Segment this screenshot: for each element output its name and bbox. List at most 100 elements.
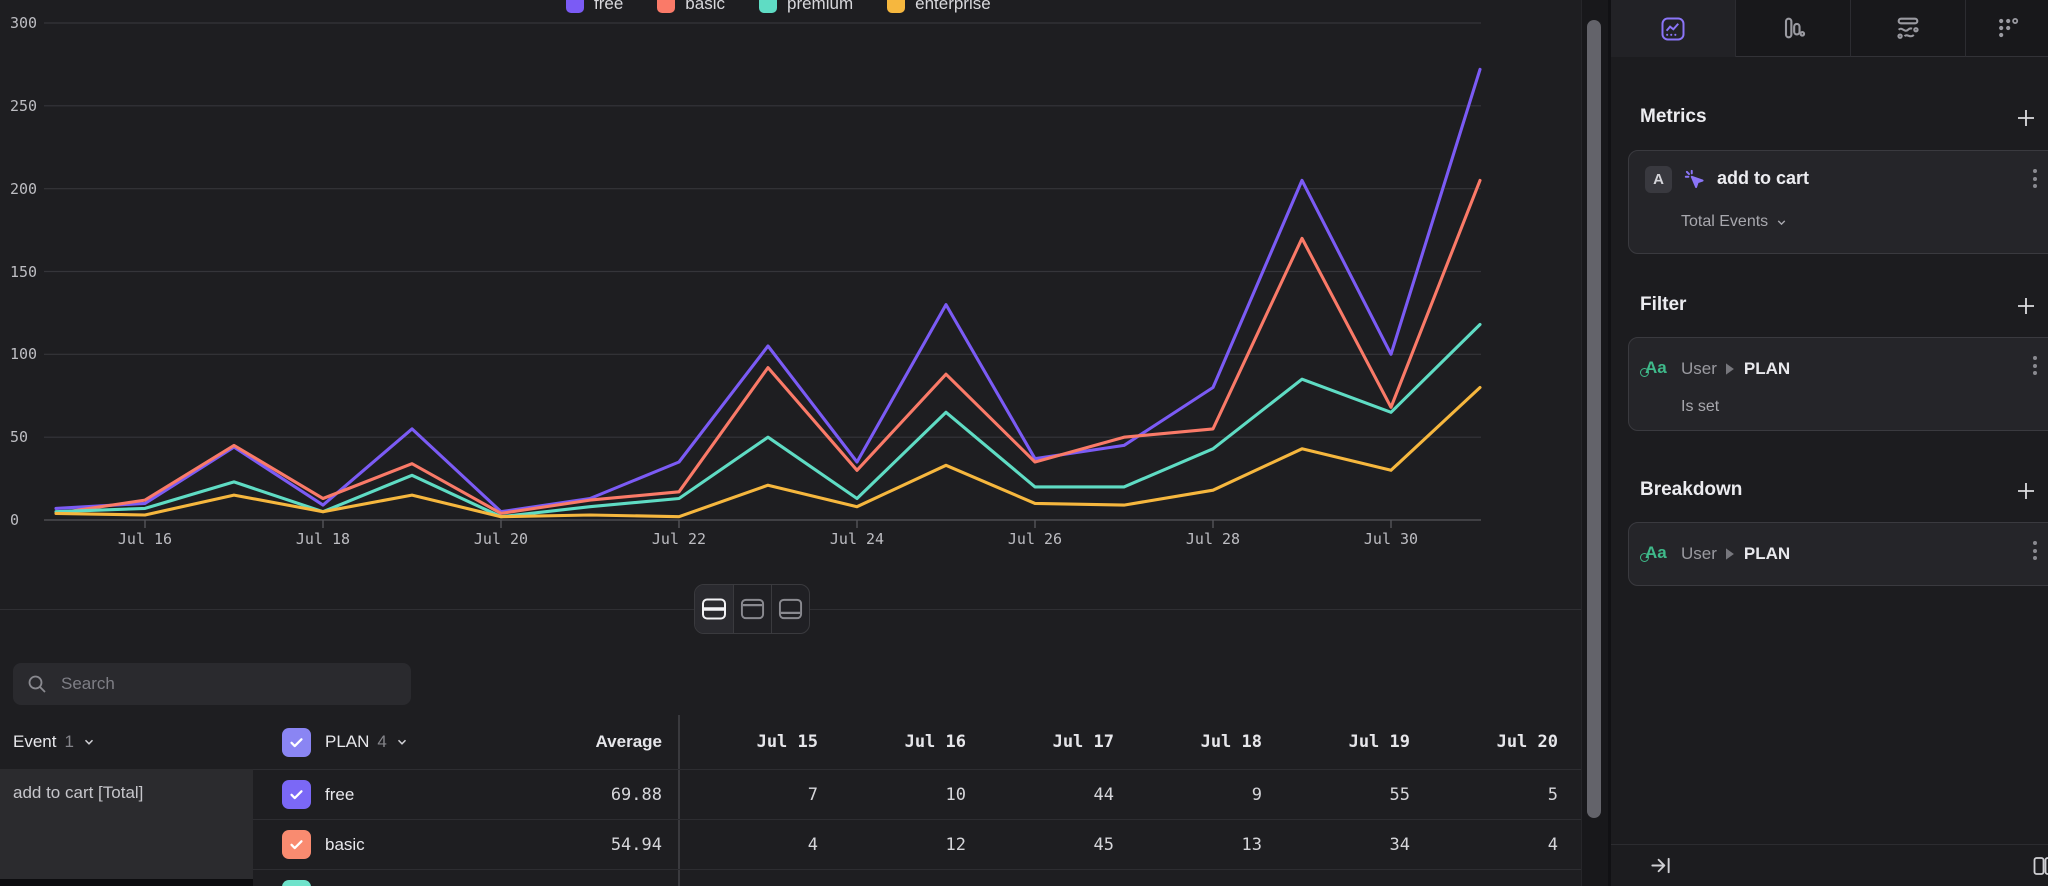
grid-dots-icon [1993, 14, 2021, 42]
row-checkbox[interactable] [282, 830, 311, 859]
date-column-header: Jul 20 [1418, 732, 1566, 752]
side-panel-layout-icon[interactable] [2032, 854, 2048, 878]
filter-section-title: Filter [1640, 294, 1686, 316]
row-value: 5 [1418, 785, 1566, 805]
event-header-label: Event [13, 732, 56, 752]
y-axis-tick-label: 300 [10, 14, 37, 32]
table-body: free69.88710449555basic54.944124513344pr… [253, 769, 1581, 886]
x-axis-tick-label: Jul 20 [474, 530, 528, 548]
metric-event-name: add to cart [1717, 168, 1809, 189]
series-line-premium [56, 325, 1480, 517]
legend-label: basic [685, 0, 725, 14]
row-value: 4 [1418, 835, 1566, 855]
row-value: 34 [1270, 835, 1418, 855]
x-axis-tick-label: Jul 16 [118, 530, 172, 548]
flows-icon [1894, 14, 1922, 42]
caret-right-icon [1726, 548, 1735, 560]
filter-property[interactable]: User PLAN [1681, 359, 1790, 379]
vertical-scrollbar-thumb[interactable] [1587, 20, 1601, 818]
x-axis-tick-label: Jul 24 [830, 530, 884, 548]
legend-item-basic[interactable]: basic [657, 0, 725, 14]
date-column-header: Jul 15 [678, 732, 826, 752]
tab-flows[interactable] [1851, 0, 1966, 57]
row-value: 12 [826, 835, 974, 855]
row-checkbox[interactable] [282, 880, 311, 886]
event-count: 1 [64, 732, 73, 752]
tab-bars[interactable] [1736, 0, 1851, 57]
x-axis-tick-label: Jul 30 [1364, 530, 1418, 548]
metric-card[interactable]: A add to cart Total Events [1628, 150, 2048, 254]
line-chart-icon [1659, 15, 1687, 43]
panel-tab-bar [1611, 0, 2048, 57]
y-axis-tick-label: 0 [10, 511, 19, 529]
event-spark-cursor-icon [1682, 167, 1708, 193]
panel-footer [1611, 844, 2048, 886]
tab-insights[interactable] [1611, 0, 1736, 57]
app-root: 050100150200250300 Jul 16Jul 18Jul 20Jul… [0, 0, 2048, 886]
date-column-header: Jul 16 [826, 732, 974, 752]
header-view-button[interactable] [733, 585, 771, 633]
text-property-icon: Aa [1645, 543, 1667, 563]
plus-icon [2014, 294, 2038, 318]
main-content: 050100150200250300 Jul 16Jul 18Jul 20Jul… [0, 0, 1581, 886]
metric-measure-dropdown[interactable]: Total Events [1681, 213, 1788, 231]
event-group-cell: add to cart [Total] [0, 769, 253, 879]
filter-operator-label: Is set [1681, 398, 1719, 416]
filter-operator[interactable]: Is set [1681, 398, 1719, 416]
metric-kebab-menu[interactable] [2033, 169, 2037, 188]
legend-swatch [657, 0, 675, 13]
plan-header-label: PLAN [325, 732, 369, 752]
breakdown-card[interactable]: Aa User PLAN [1628, 522, 2048, 586]
plus-icon [2014, 479, 2038, 503]
table-row-free: free69.88710449555 [253, 770, 1581, 819]
chevron-down-icon [1775, 216, 1788, 229]
vertical-scrollbar-track[interactable] [1581, 0, 1608, 886]
tab-more[interactable] [1966, 0, 2048, 57]
table-row-basic: basic54.944124513344 [253, 819, 1581, 869]
chevron-down-icon [82, 735, 96, 749]
y-axis-tick-label: 50 [10, 428, 28, 446]
plan-column-header[interactable]: PLAN 4 [253, 728, 508, 757]
add-metric-button[interactable] [2014, 106, 2038, 130]
split-view-button[interactable] [695, 585, 733, 633]
search-box[interactable] [13, 663, 411, 705]
row-value: 9 [1122, 785, 1270, 805]
collapse-panel-icon[interactable] [1649, 854, 1672, 877]
date-column-header: Jul 17 [974, 732, 1122, 752]
row-average: 54.94 [508, 835, 678, 855]
metric-measure-label: Total Events [1681, 213, 1768, 231]
chart-legend: free basic premium enterprise [566, 0, 991, 14]
table-header-row: PLAN 4 Average Jul 15Jul 16Jul 17Jul 18J… [253, 715, 1581, 769]
filter-property-name: PLAN [1744, 359, 1790, 379]
row-checkbox[interactable] [282, 780, 311, 809]
footer-view-button[interactable] [771, 585, 809, 633]
legend-item-free[interactable]: free [566, 0, 623, 14]
legend-item-enterprise[interactable]: enterprise [887, 0, 991, 14]
x-axis-tick-label: Jul 22 [652, 530, 706, 548]
caret-right-icon [1726, 363, 1735, 375]
row-value: 45 [974, 835, 1122, 855]
row-value: 44 [974, 785, 1122, 805]
row-value: 10 [826, 785, 974, 805]
event-column-header[interactable]: Event 1 [13, 715, 96, 769]
breakdown-property[interactable]: User PLAN [1681, 544, 1790, 564]
search-input[interactable] [59, 673, 397, 695]
table-row-premium: premium33.8957235272 [253, 869, 1581, 886]
breakdown-kebab-menu[interactable] [2033, 541, 2037, 560]
legend-item-premium[interactable]: premium [759, 0, 853, 14]
filter-kebab-menu[interactable] [2033, 356, 2037, 375]
filter-scope: User [1681, 359, 1717, 379]
plan-select-all-checkbox[interactable] [282, 728, 311, 757]
line-chart[interactable] [0, 0, 1581, 560]
y-axis-tick-label: 100 [10, 345, 37, 363]
date-column-header: Jul 19 [1270, 732, 1418, 752]
legend-label: premium [787, 0, 853, 14]
row-value: 55 [1270, 785, 1418, 805]
row-value: 13 [1122, 835, 1270, 855]
text-property-icon: Aa [1645, 358, 1667, 378]
x-axis-tick-label: Jul 28 [1186, 530, 1240, 548]
filter-card[interactable]: Aa User PLAN Is set [1628, 337, 2048, 431]
add-filter-button[interactable] [2014, 294, 2038, 318]
add-breakdown-button[interactable] [2014, 479, 2038, 503]
bar-chart-icon [1779, 14, 1807, 42]
